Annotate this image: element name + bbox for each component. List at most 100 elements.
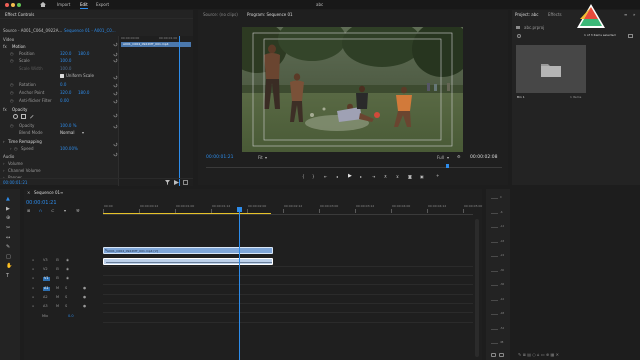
fit-zoom-select[interactable]: Fit [258,156,263,160]
slip-tool-icon[interactable]: ↔ [6,236,10,241]
mute-button[interactable]: M [56,295,59,300]
track-lock-icon[interactable]: ▫ [32,286,34,291]
prop-speed-value[interactable]: 100.00% [60,147,78,151]
new-bin-icon[interactable] [628,34,633,38]
microphone-icon[interactable]: ● [83,295,86,300]
insert-nest-icon[interactable]: ⊞ [27,209,30,213]
tab-effects[interactable]: Effects [548,13,562,17]
prop-position-value[interactable]: 320.0 [60,52,71,56]
track-target-a2[interactable]: A2 [43,295,48,300]
search-icon[interactable] [517,34,521,38]
audio-clip[interactable] [103,258,273,265]
keyframe-toggle-icon[interactable]: ◷ [10,52,14,56]
timeline-ruler[interactable]: 00:00 00:00:00:12 00:00:01:00 00:00:01:12 00… [103,203,482,215]
mark-in-icon[interactable]: { [302,175,305,179]
track-target-a3[interactable]: A3 [43,304,48,309]
microphone-icon[interactable]: ● [83,304,86,309]
track-target-a1[interactable]: A1 [43,286,50,291]
keyframe-toggle-icon[interactable]: ◷ [14,147,18,151]
nav-export[interactable]: Export [96,2,109,7]
sync-lock-icon[interactable]: ⊟ [56,276,59,281]
work-area-bar[interactable] [103,213,271,214]
prop-anchor-value2[interactable]: 180.0 [78,91,89,95]
blend-mode-select[interactable]: Normal [60,131,74,135]
sync-lock-icon[interactable]: ⊟ [56,267,59,272]
bin-name[interactable]: Bin 1 [517,96,525,99]
effect-controls-timecode[interactable]: 00:00:01:21 [3,181,27,185]
project-panel-bottom-icons[interactable]: ✎ ≣ ▤ ○ ⌂ ▭ ⊕ ▦ ✕ [518,353,559,357]
quality-select[interactable]: Full [437,156,444,160]
program-timecode[interactable]: 00:00:01:21 [206,155,233,161]
search-input[interactable] [524,33,584,39]
timeline-playhead[interactable] [237,207,242,360]
go-to-out-icon[interactable]: ⇥ [372,175,375,179]
mute-button[interactable]: M [56,286,59,291]
sequence-menu-icon[interactable]: ≡ [60,191,63,195]
comparison-view-icon[interactable]: ▣ [420,175,424,179]
mark-out-icon[interactable]: } [312,175,315,179]
program-video-frame[interactable] [242,27,463,152]
selection-tool-icon[interactable]: ▲ [6,197,10,202]
export-frame-icon[interactable] [183,180,188,185]
ripple-edit-tool-icon[interactable]: ⊕ [6,216,10,221]
pen-tool-icon[interactable]: ✎ [6,245,10,250]
video-clip[interactable]: A001_C064_0922MT_001.mp4 [V] fx [103,247,273,254]
tab-program[interactable]: Program: Sequence 01 [247,13,293,17]
prop-position-value2[interactable]: 180.0 [78,52,89,56]
track-select-tool-icon[interactable]: ▶ [6,207,10,212]
lift-icon[interactable]: ⊼ [384,175,387,179]
wrench-icon[interactable]: ⚒ [76,209,80,213]
keyframe-toggle-icon[interactable]: ◷ [10,59,14,63]
keyframe-toggle-icon[interactable]: ◷ [10,91,14,95]
filter-icon[interactable] [165,180,170,185]
extract-icon[interactable]: ⊻ [396,175,399,179]
solo-button[interactable]: S [65,304,67,309]
playhead-handle[interactable] [237,207,242,212]
tab-source[interactable]: Source: (no clips) [203,13,238,17]
prop-scale-value[interactable]: 100.0 [60,59,71,63]
tab-project[interactable]: Project: abc [515,13,539,17]
track-target-v3[interactable]: V3 [43,258,48,263]
solo-button[interactable] [499,353,504,357]
add-marker-icon[interactable]: ▾ [64,209,66,213]
track-target-v1[interactable]: V1 [43,276,50,281]
program-scrub-bar[interactable] [206,164,502,168]
sequence-tab[interactable]: Sequence 01 [34,191,60,195]
add-button-icon[interactable]: + [436,174,439,178]
close-window-button[interactable] [5,2,9,7]
mix-volume-value[interactable]: 0.0 [68,314,74,319]
prop-antiflicker-value[interactable]: 0.00 [60,99,69,103]
sequence-line[interactable]: Sequence 01 - A001_C0... [64,29,116,33]
solo-button[interactable] [491,353,496,357]
linked-selection-icon[interactable]: ⊂ [51,209,54,213]
step-forward-icon[interactable]: ▸ [360,175,362,179]
play-icon[interactable]: ▶ [348,174,352,179]
solo-button[interactable]: S [65,286,67,291]
nav-edit[interactable]: Edit [80,2,88,9]
track-target-v2[interactable]: V2 [43,267,48,272]
eye-icon[interactable]: ◉ [66,276,69,281]
home-icon[interactable] [40,2,46,7]
tab-effect-controls[interactable]: Effect Controls [5,13,34,17]
prop-rotation-value[interactable]: 0.0 [60,83,66,87]
section-motion[interactable]: Motion [12,45,26,49]
prop-opacity-value[interactable]: 100.0 % [60,124,77,128]
close-tab-icon[interactable]: × [27,191,30,195]
go-to-in-icon[interactable]: ⇤ [324,175,327,179]
eye-icon[interactable]: ◉ [66,258,69,263]
snap-icon[interactable]: ∩ [39,209,42,213]
section-opacity[interactable]: Opacity [12,108,27,112]
razor-tool-icon[interactable]: ✂ [6,226,10,231]
camera-icon[interactable]: ◙ [408,175,412,179]
eye-icon[interactable]: ◉ [66,267,69,272]
audio-channel-volume-label[interactable]: Channel Volume [8,169,41,173]
track-lock-icon[interactable]: ▫ [32,276,34,281]
keyframe-toggle-icon[interactable]: ◷ [10,83,14,87]
hand-tool-icon[interactable]: ✋ [6,264,12,269]
uniform-scale-checkbox[interactable] [60,74,64,78]
step-back-icon[interactable]: ◂ [336,175,338,179]
program-playhead[interactable] [446,164,449,168]
microphone-icon[interactable]: ● [83,286,86,291]
track-target-mix[interactable]: Mix [42,314,48,319]
track-lock-icon[interactable]: ▫ [32,258,34,263]
